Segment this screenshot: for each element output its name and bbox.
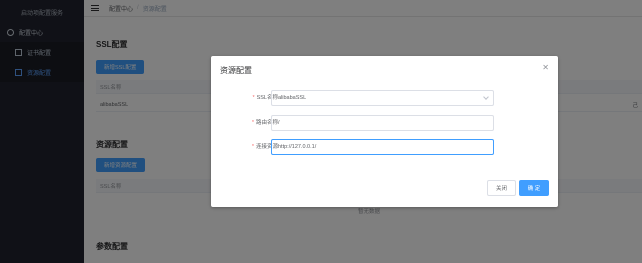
dialog-title: 资源配置 bbox=[220, 66, 252, 75]
confirm-button[interactable]: 确 定 bbox=[519, 180, 549, 196]
connect-resource-input[interactable]: http://127.0.0.1/ bbox=[271, 139, 494, 155]
close-icon[interactable]: ✕ bbox=[542, 64, 549, 72]
resource-config-dialog: 资源配置 ✕ * SSL名称 alibabaSSL * 路由名称 / * 连接资源 h… bbox=[211, 56, 558, 207]
cancel-button[interactable]: 关闭 bbox=[487, 180, 516, 196]
ssl-name-select[interactable]: alibabaSSL bbox=[271, 90, 494, 106]
route-name-input[interactable]: / bbox=[271, 115, 494, 131]
form-row-connect-resource: * 连接资源 http://127.0.0.1/ bbox=[211, 139, 558, 155]
chevron-down-icon bbox=[483, 94, 489, 100]
form-row-route-name: * 路由名称 / bbox=[211, 115, 558, 131]
form-row-ssl-name: * SSL名称 alibabaSSL bbox=[211, 90, 558, 106]
